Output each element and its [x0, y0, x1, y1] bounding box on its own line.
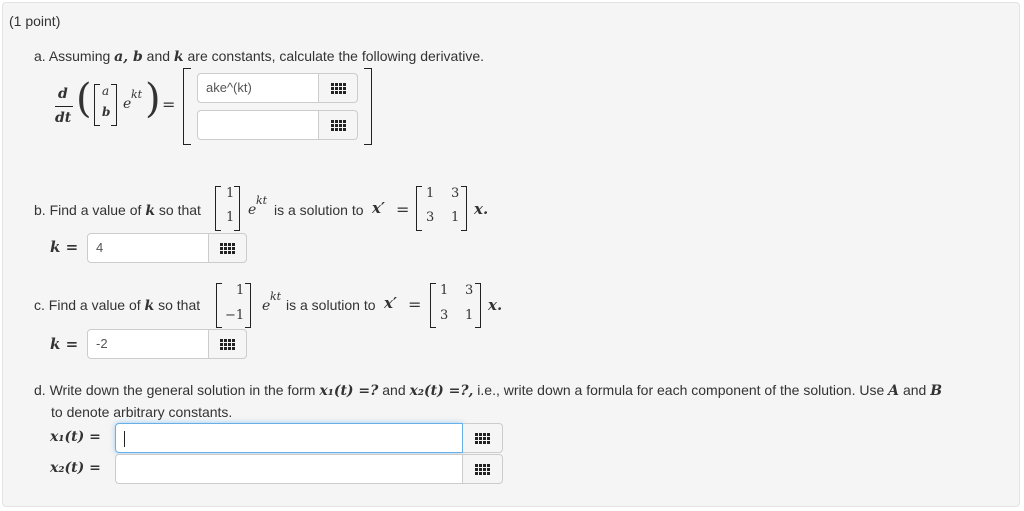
part-b-prompt-1: b. Find a value of k so that	[34, 202, 201, 219]
right-paren: )	[145, 76, 161, 122]
part-d-prompt-1: d. Write down the general solution in th…	[34, 382, 943, 399]
exp-kt-c: kt	[270, 290, 282, 303]
left-paren: (	[76, 76, 92, 122]
matrix-b-21: 3	[426, 210, 435, 225]
xprime-c: x′	[384, 294, 397, 312]
grid-icon	[330, 82, 346, 94]
part-a-bottom-input[interactable]	[197, 110, 319, 140]
part-d-x1-input[interactable]	[115, 423, 463, 453]
vec-c-bottom: −1	[225, 308, 245, 323]
vec-c-right-bracket	[245, 283, 251, 328]
matrix-b-11: 1	[426, 186, 435, 201]
part-a-top-palette-button[interactable]	[319, 73, 358, 103]
part-b-k-input[interactable]: 4	[87, 233, 209, 263]
matrix-c-right-bracket	[475, 283, 481, 328]
grid-icon	[220, 338, 235, 350]
part-c-prompt-2: is a solution to	[286, 297, 376, 313]
x1-label: x₁(t) =	[50, 429, 101, 445]
part-a-prompt: a. Assuming a, b and k are constants, ca…	[34, 48, 485, 65]
part-d-x1-palette-button[interactable]	[463, 423, 503, 453]
grid-icon	[220, 242, 235, 254]
vec-a-top: a	[102, 84, 110, 98]
equals-b: =	[396, 200, 410, 219]
matrix-b-12: 3	[451, 186, 460, 201]
grid-icon	[475, 432, 490, 444]
part-c-k-input[interactable]: -2	[87, 329, 209, 359]
xprime-b: x′	[372, 199, 385, 217]
vec-c-left-bracket	[216, 283, 222, 328]
answer-right-bracket	[364, 68, 372, 145]
matrix-c-11: 1	[440, 283, 449, 298]
part-c-prompt-1: c. Find a value of k so that	[34, 297, 201, 314]
part-d-x2-palette-button[interactable]	[463, 454, 503, 484]
part-c-palette-button[interactable]	[209, 329, 247, 359]
exp-kt: kt	[131, 88, 143, 101]
grid-icon	[330, 119, 346, 131]
vec-a-left-bracket	[94, 84, 100, 126]
matrix-b-22: 1	[451, 210, 460, 225]
matrix-c-left-bracket	[430, 283, 436, 328]
part-a-top-input[interactable]: ake^(kt)	[197, 73, 319, 103]
xend-c: x.	[488, 296, 503, 314]
d-numerator: d	[58, 86, 68, 102]
vec-a-bottom: b	[102, 105, 111, 119]
exp-kt-b: kt	[256, 194, 268, 207]
k-label-b: k =	[50, 238, 79, 256]
part-a-bottom-palette-button[interactable]	[319, 110, 358, 140]
matrix-c-22: 1	[465, 308, 474, 323]
part-d-x2-input[interactable]	[115, 454, 463, 484]
equals-a: =	[162, 95, 176, 114]
equals-c: =	[408, 295, 422, 314]
dt-denominator: dt	[55, 110, 72, 126]
vec-b-left-bracket	[215, 186, 221, 231]
part-a-label: a.	[34, 48, 46, 64]
part-d-label: d.	[34, 382, 46, 398]
part-b-label: b.	[34, 202, 46, 218]
matrix-c-12: 3	[465, 283, 474, 298]
matrix-c-21: 3	[440, 308, 449, 323]
x2-label: x₂(t) =	[50, 460, 101, 476]
part-b-palette-button[interactable]	[209, 233, 247, 263]
fraction-bar	[55, 106, 73, 107]
part-d-prompt-2: to denote arbitrary constants.	[51, 404, 233, 420]
vec-b-right-bracket	[234, 186, 240, 231]
part-b-prompt-2: is a solution to	[274, 202, 364, 218]
part-c-label: c.	[34, 297, 45, 313]
text-caret	[124, 430, 125, 447]
k-label-c: k =	[50, 335, 79, 353]
matrix-b-right-bracket	[461, 186, 467, 231]
answer-left-bracket	[183, 68, 191, 145]
grid-icon	[475, 463, 490, 475]
vec-c-top: 1	[236, 283, 245, 298]
matrix-b-left-bracket	[416, 186, 422, 231]
points-label: (1 point)	[9, 13, 61, 29]
vec-a-right-bracket	[111, 84, 117, 126]
xend-b: x.	[474, 200, 489, 218]
